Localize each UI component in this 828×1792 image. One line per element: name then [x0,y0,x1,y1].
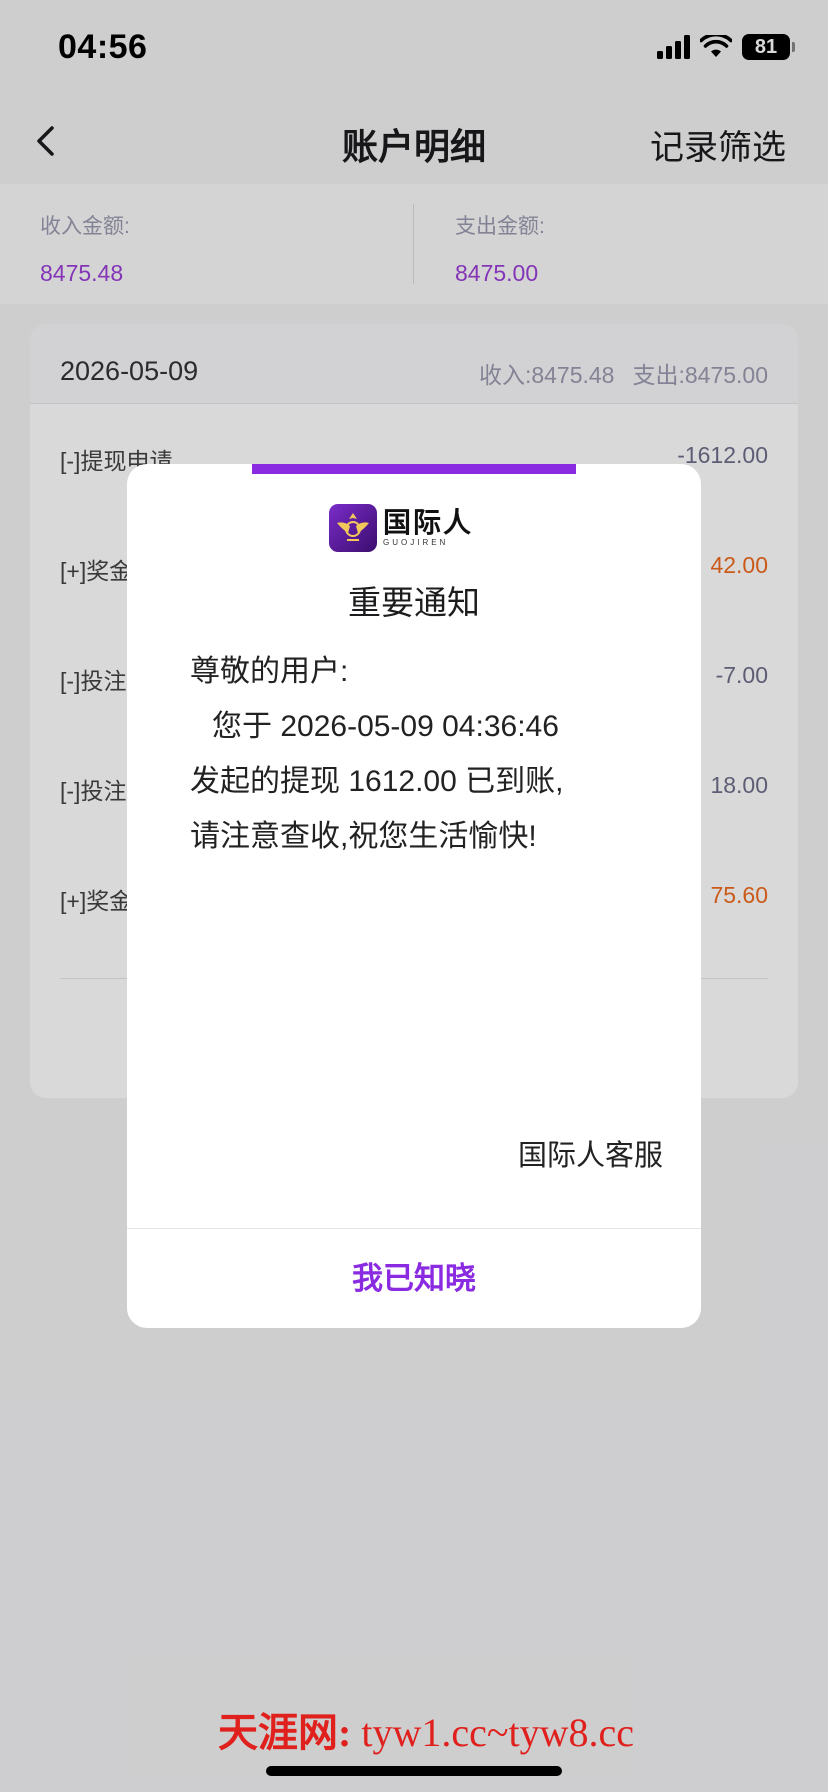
message-line: 您于 2026-05-09 04:36:46 [212,710,559,743]
modal-accent-bar [252,464,576,474]
brand-name-latin: GUOJIREN [383,538,449,547]
brand-name: 国际人 [383,507,474,538]
brand-emblem-icon [329,504,377,552]
message-line: 发起的提现 1612.00 已到账, [190,765,564,798]
message-line: 请注意查收,祝您生活愉快! [190,820,537,853]
watermark-site-name: 天涯网: [218,1710,352,1755]
home-indicator[interactable] [266,1766,562,1776]
modal-message: 尊敬的用户: 您于 2026-05-09 04:36:46 发起的提现 1612… [190,644,650,864]
brand-logo: 国际人 GUOJIREN [329,504,473,552]
modal-title: 重要通知 [348,584,480,621]
acknowledge-button[interactable]: 我已知晓 [127,1229,701,1328]
notice-modal: 国际人 GUOJIREN 重要通知 尊敬的用户: 您于 2026-05-09 0… [127,464,701,1328]
watermark: 天涯网: tyw1.cc~tyw8.cc [218,1700,634,1758]
message-greeting: 尊敬的用户: [190,655,349,688]
watermark-url: tyw1.cc~tyw8.cc [361,1710,634,1755]
message-signature: 国际人客服 [517,1140,663,1172]
